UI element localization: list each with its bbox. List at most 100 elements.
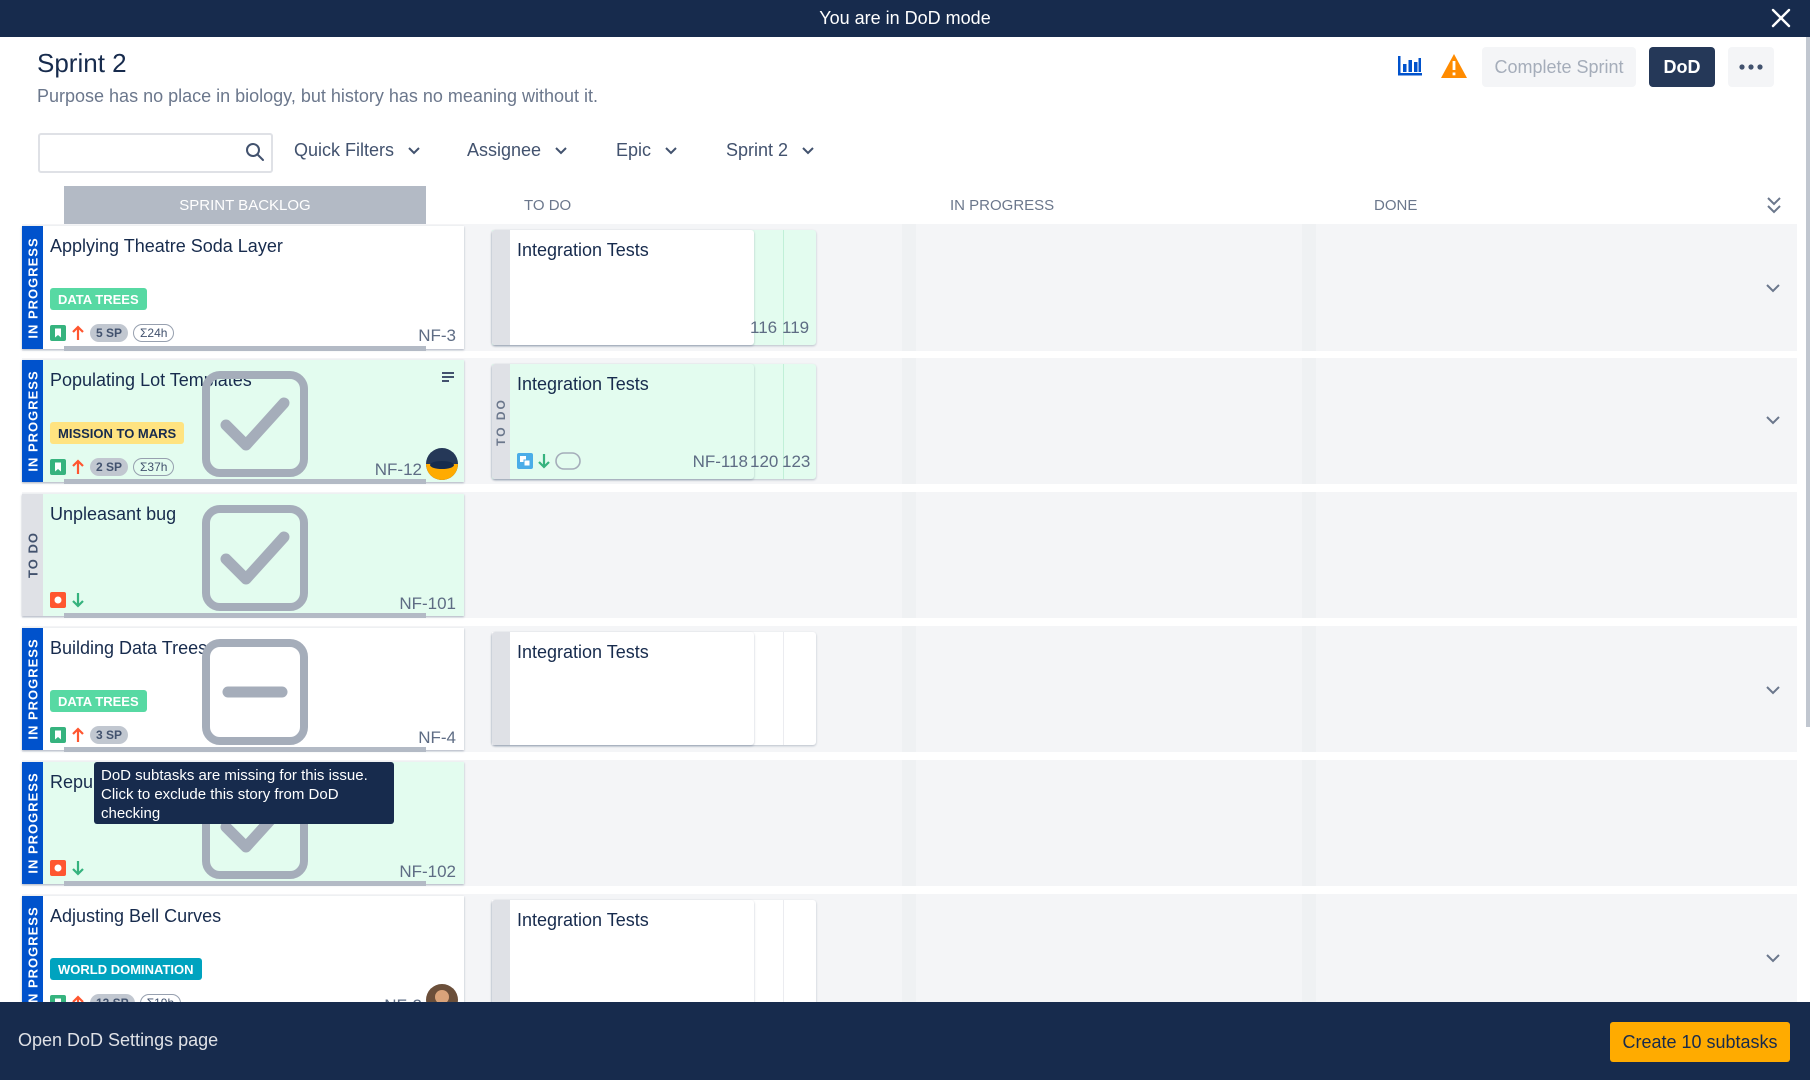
subtask-number: 116	[750, 318, 778, 337]
dod-mode-banner: You are in DoD mode	[0, 0, 1810, 37]
status-label: IN PROGRESS	[25, 370, 40, 472]
column-header-to-do: TO DO	[524, 196, 572, 214]
chevron-down-icon	[408, 146, 420, 154]
subtask-number: 119	[782, 318, 810, 337]
priority-low-icon	[538, 454, 550, 469]
chevron-down-icon[interactable]	[1761, 946, 1785, 970]
banner-text: You are in DoD mode	[819, 8, 991, 28]
story-points-badge: 2 SP	[90, 458, 129, 476]
assignee-dropdown[interactable]: Assignee	[467, 140, 567, 161]
card-title: Adjusting Bell Curves	[50, 906, 222, 926]
subtask-card[interactable]: Integration Tests	[492, 900, 754, 1013]
story-card[interactable]: IN PROGRESS Applying Theatre Soda Layer …	[22, 226, 464, 351]
swimlane-row: IN PROGRESS Populating Lot Templates MIS…	[22, 358, 1797, 484]
more-options-icon[interactable]	[1728, 47, 1774, 87]
collapse-all-icon[interactable]	[1766, 196, 1782, 219]
chevron-down-icon[interactable]	[1761, 276, 1785, 300]
priority-low-icon	[72, 861, 84, 876]
card-title: Repul	[50, 772, 98, 792]
description-icon	[442, 372, 454, 382]
story-icon	[50, 325, 66, 341]
issue-key: NF-101	[399, 594, 456, 613]
status-stripe: IN PROGRESS	[22, 896, 43, 1018]
page-title: Sprint 2	[37, 48, 127, 78]
scrollbar[interactable]	[1806, 37, 1810, 727]
subtask-title: Integration Tests	[517, 374, 649, 394]
subtask-card[interactable]: Integration Tests	[492, 230, 754, 345]
chevron-down-icon	[802, 146, 814, 154]
complete-sprint-button[interactable]: Complete Sprint	[1482, 47, 1636, 87]
subtask-number: 120	[750, 452, 779, 471]
story-icon	[50, 727, 66, 743]
column-header-sprint-backlog: SPRINT BACKLOG	[64, 186, 426, 224]
avatar[interactable]	[426, 448, 458, 480]
estimate-oval-icon	[555, 452, 581, 470]
dod-settings-link[interactable]: Open DoD Settings page	[18, 1030, 218, 1051]
epic-badge: DATA TREES	[50, 288, 147, 310]
chevron-down-icon[interactable]	[1761, 408, 1785, 432]
issue-key: NF-4	[418, 728, 456, 747]
assignee-label: Assignee	[467, 140, 542, 160]
story-card[interactable]: IN PROGRESS Adjusting Bell Curves WORLD …	[22, 896, 464, 1018]
search-icon[interactable]	[245, 142, 265, 167]
sprint-dropdown[interactable]: Sprint 2	[726, 140, 814, 161]
subtask-title: Integration Tests	[517, 910, 649, 930]
priority-high-icon	[72, 727, 84, 742]
subtask-card[interactable]: TO DO Integration Tests NF-118	[492, 364, 754, 479]
card-meta: 5 SP Σ24h	[50, 324, 175, 342]
status-stripe: IN PROGRESS	[22, 360, 43, 482]
card-title: Building Data Trees	[50, 638, 208, 658]
status-stripe: IN PROGRESS	[22, 628, 43, 750]
search-input[interactable]	[48, 135, 238, 169]
dod-indeterminate-icon[interactable]	[202, 639, 308, 745]
quick-filters-dropdown[interactable]: Quick Filters	[294, 140, 420, 161]
chevron-down-icon[interactable]	[1761, 678, 1785, 702]
report-chart-icon[interactable]	[1394, 50, 1426, 82]
subtask-stack: Integration Tests	[492, 632, 816, 745]
card-title: Applying Theatre Soda Layer	[50, 236, 283, 256]
status-stripe: IN PROGRESS	[22, 226, 43, 349]
subtask-stack: Integration Tests	[492, 900, 816, 1013]
dod-checked-icon[interactable]	[202, 371, 308, 477]
swimlane-row: IN PROGRESS Applying Theatre Soda Layer …	[22, 224, 1797, 351]
status-label: IN PROGRESS	[25, 906, 40, 1008]
priority-low-icon	[72, 593, 84, 608]
epic-badge: WORLD DOMINATION	[50, 958, 202, 980]
status-label: TO DO	[25, 532, 40, 578]
close-icon[interactable]	[1766, 3, 1796, 33]
subtask-meta	[517, 452, 581, 470]
subtask-title: Integration Tests	[517, 240, 649, 260]
status-label: IN PROGRESS	[25, 638, 40, 740]
card-meta: 2 SP Σ37h	[50, 458, 175, 476]
bug-icon	[50, 860, 66, 876]
issue-key: NF-102	[399, 862, 456, 881]
epic-badge: MISSION TO MARS	[50, 422, 185, 444]
status-stripe: IN PROGRESS	[22, 762, 43, 884]
dod-button[interactable]: DoD	[1649, 47, 1715, 87]
time-estimate-badge: Σ37h	[133, 458, 175, 476]
chevron-down-icon	[555, 146, 567, 154]
swimlane-row: TO DO Unpleasant bug NF-101	[22, 492, 1797, 618]
story-card[interactable]: IN PROGRESS Populating Lot Templates MIS…	[22, 360, 464, 484]
chevron-down-icon	[665, 146, 677, 154]
epic-dropdown[interactable]: Epic	[616, 140, 677, 161]
quick-filters-label: Quick Filters	[294, 140, 395, 160]
subtask-status: TO DO	[494, 397, 508, 446]
dod-checked-icon[interactable]	[202, 505, 308, 611]
card-title: Unpleasant bug	[50, 504, 177, 524]
create-subtasks-button[interactable]: Create 10 subtasks	[1610, 1022, 1790, 1062]
subtask-icon	[517, 453, 533, 469]
status-stripe: TO DO	[22, 494, 43, 616]
story-points-badge: 5 SP	[90, 324, 129, 342]
subtask-card[interactable]: Integration Tests	[492, 632, 754, 745]
subtask-stack: TO DO Integration Tests NF-118 120 123	[492, 364, 816, 479]
card-meta: 3 SP	[50, 726, 129, 744]
issue-key: NF-12	[374, 460, 422, 479]
dod-tooltip: DoD subtasks are missing for this issue.…	[94, 762, 394, 824]
warning-icon[interactable]	[1438, 50, 1470, 82]
status-label: IN PROGRESS	[25, 772, 40, 874]
dod-board-app: You are in DoD mode Sprint 2 Purpose has…	[0, 0, 1810, 1080]
story-card[interactable]: IN PROGRESS Building Data Trees DATA TRE…	[22, 628, 464, 752]
priority-high-icon	[72, 459, 84, 474]
story-card[interactable]: TO DO Unpleasant bug NF-101	[22, 494, 464, 618]
